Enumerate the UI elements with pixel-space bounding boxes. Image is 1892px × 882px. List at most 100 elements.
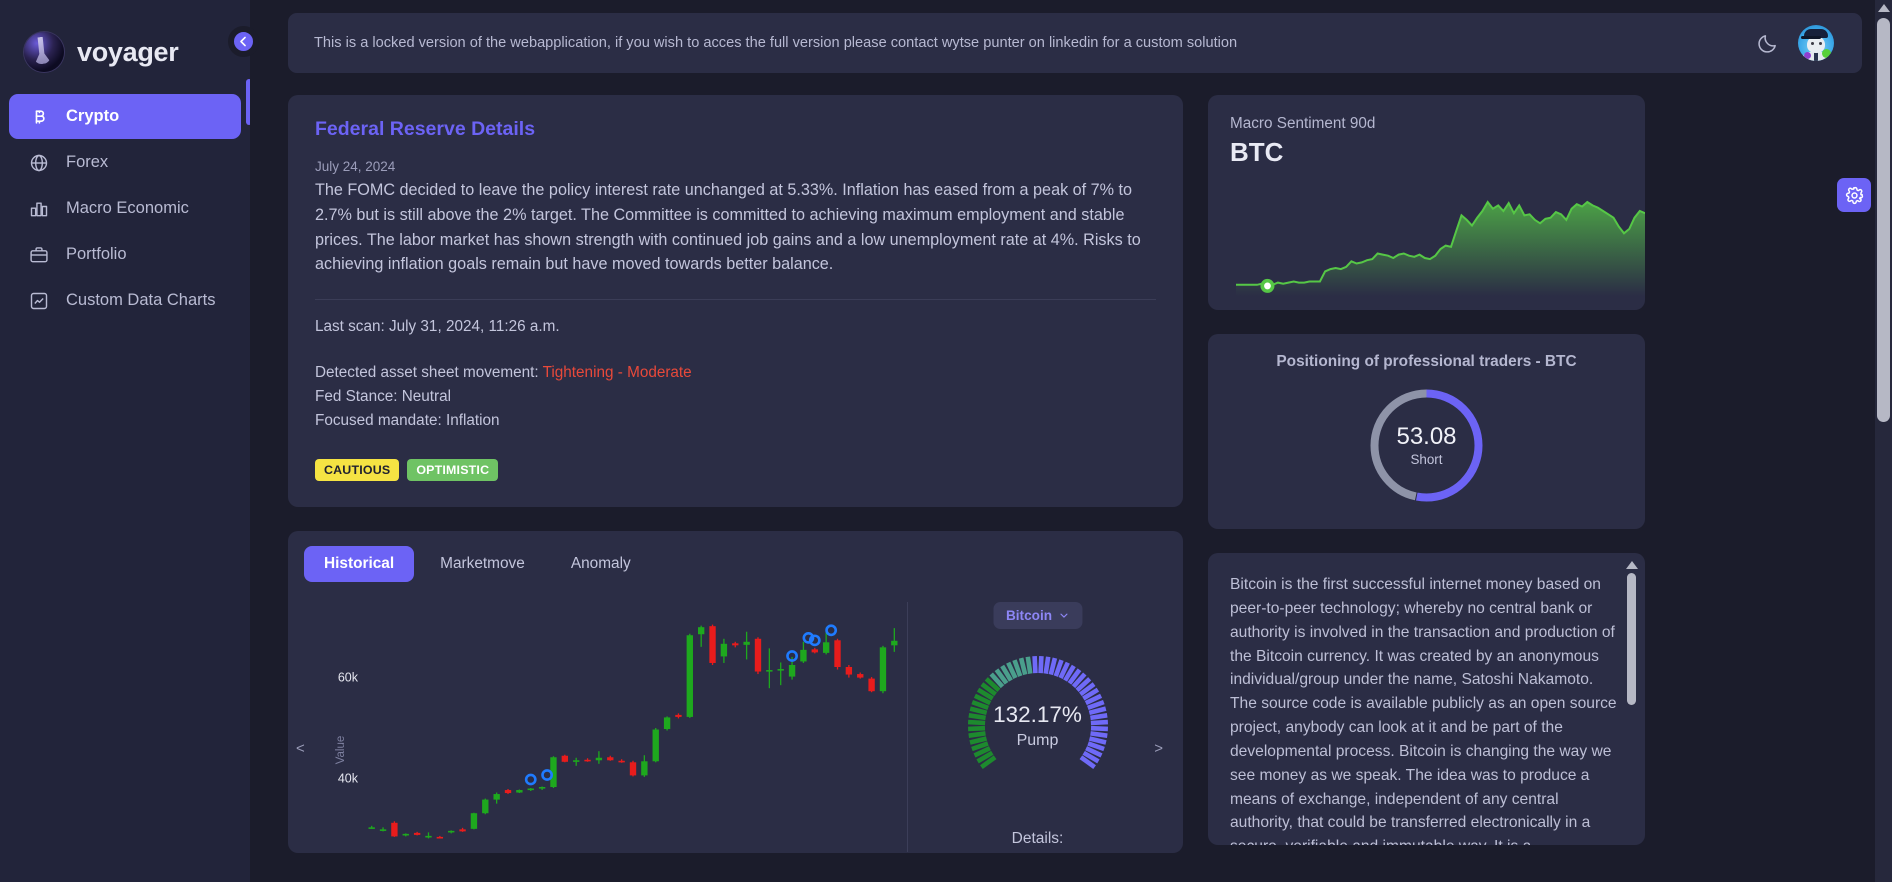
pump-percent-value: 132.17% xyxy=(993,701,1082,727)
sidebar-item-custom-data-charts[interactable]: Custom Data Charts xyxy=(9,278,241,323)
info-scrollbar[interactable] xyxy=(1626,561,1638,837)
sidebar-item-forex[interactable]: Forex xyxy=(9,140,241,185)
candle-body xyxy=(766,669,773,672)
candle-body xyxy=(845,666,853,675)
candle-body xyxy=(629,761,637,775)
brand: voyager xyxy=(0,14,250,80)
user-avatar[interactable] xyxy=(1798,25,1834,61)
scroll-up-arrow-icon[interactable] xyxy=(1626,561,1638,569)
right-column: Macro Sentiment 90d BTC Positioning of p… xyxy=(1208,95,1645,853)
signal-marker xyxy=(524,773,537,786)
traders-value: 53.08 xyxy=(1396,423,1457,451)
sidebar-item-portfolio[interactable]: Portfolio xyxy=(9,232,241,277)
page-scroll-up-arrow-icon[interactable] xyxy=(1877,4,1890,12)
historical-chart-card: Historical Marketmove Anomaly < 40k 60k Va… xyxy=(288,530,1183,853)
candle-body xyxy=(663,717,671,729)
candle-body xyxy=(777,668,784,671)
bar-chart-icon xyxy=(28,198,49,219)
candle-body xyxy=(879,646,887,691)
chevron-left-icon xyxy=(240,36,246,47)
macro-sentiment-label: Macro Sentiment 90d xyxy=(1230,115,1376,132)
candle-body xyxy=(857,673,864,678)
voyager-moon-logo-icon xyxy=(24,32,64,72)
candle-body xyxy=(697,626,705,634)
main-content: This is a locked version of the webappli… xyxy=(250,0,1892,882)
status-badge-cautious: CAUTIOUS xyxy=(315,458,400,481)
candle-body xyxy=(402,833,409,836)
y-axis-tick: 40k xyxy=(338,771,359,785)
macro-sentiment-symbol: BTC xyxy=(1230,137,1284,167)
candle-body xyxy=(425,835,432,838)
moon-icon xyxy=(1757,34,1776,53)
candle-body xyxy=(493,793,500,800)
sidebar-item-crypto[interactable]: Crypto xyxy=(9,94,241,139)
settings-button[interactable] xyxy=(1837,178,1871,212)
theme-toggle-button[interactable] xyxy=(1752,28,1782,58)
macro-sparkline xyxy=(1208,182,1645,310)
pump-gauge-panel: Bitcoin 132.17% Pump Details: > xyxy=(908,601,1167,852)
candle-body xyxy=(538,786,546,789)
page-scrollbar-thumb[interactable] xyxy=(1877,18,1890,422)
sidebar-collapse-button[interactable] xyxy=(228,26,259,57)
page-scrollbar[interactable] xyxy=(1875,0,1892,882)
candle-body xyxy=(686,634,693,717)
candle-body xyxy=(607,756,614,760)
candle-body xyxy=(788,664,796,677)
bitcoin-description: Bitcoin is the first successful internet… xyxy=(1230,576,1617,845)
chevron-down-icon xyxy=(1059,613,1068,618)
macro-sparkline-svg xyxy=(1236,200,1645,296)
candlestick-chart[interactable]: < 40k 60k Value xyxy=(296,602,904,852)
sidebar-item-label: Forex xyxy=(66,153,109,171)
brand-name: voyager xyxy=(77,36,179,67)
chart-next-button[interactable]: > xyxy=(1154,740,1163,757)
sidebar-item-label: Portfolio xyxy=(66,245,127,263)
sidebar-item-label: Custom Data Charts xyxy=(66,291,216,309)
left-column: Federal Reserve Details July 24, 2024 Th… xyxy=(288,95,1183,853)
chart-tabs: Historical Marketmove Anomaly xyxy=(304,545,1167,582)
asset-selector-label: Bitcoin xyxy=(1005,607,1053,623)
candle-body xyxy=(675,714,682,717)
sidebar: voyager Crypto Forex Macro Economic Port… xyxy=(0,0,259,882)
candle-body xyxy=(391,822,398,836)
sidebar-item-macro-economic[interactable]: Macro Economic xyxy=(9,186,241,231)
asset-sheet-movement-value: Tightening - Moderate xyxy=(542,364,692,382)
federal-reserve-details-card: Federal Reserve Details July 24, 2024 Th… xyxy=(288,95,1183,507)
fed-date: July 24, 2024 xyxy=(315,159,396,174)
details-label: Details: xyxy=(1011,829,1064,847)
sidebar-nav: Crypto Forex Macro Economic Portfolio Cu… xyxy=(0,94,250,323)
traders-side: Short xyxy=(1410,451,1443,467)
candlestick-chart-svg: 40k 60k Value xyxy=(335,623,898,839)
sparkline-marker-inner xyxy=(1264,282,1271,290)
scrollbar-thumb[interactable] xyxy=(1627,573,1636,705)
candle-body xyxy=(800,649,807,662)
page-title: Federal Reserve Details xyxy=(315,118,536,140)
candle-body xyxy=(709,625,716,663)
last-scan-text: Last scan: July 31, 2024, 11:26 a.m. xyxy=(315,318,560,336)
candle-body xyxy=(504,789,512,793)
tab-historical[interactable]: Historical xyxy=(304,545,415,582)
traders-positioning-title: Positioning of professional traders - BT… xyxy=(1276,353,1577,370)
chart-square-icon xyxy=(28,290,49,311)
chart-prev-button[interactable]: < xyxy=(296,740,305,757)
candle-body xyxy=(436,836,444,839)
candle-body xyxy=(641,760,648,775)
candle-body xyxy=(379,828,387,831)
traders-positioning-card: Positioning of professional traders - BT… xyxy=(1208,334,1645,529)
candle-body xyxy=(834,639,841,667)
sidebar-item-label: Crypto xyxy=(66,107,120,125)
candle-body xyxy=(822,641,830,653)
tab-anomaly[interactable]: Anomaly xyxy=(551,546,651,582)
pump-gauge: 132.17% Pump xyxy=(958,646,1118,806)
candle-body xyxy=(595,757,603,760)
gear-icon xyxy=(1845,186,1863,204)
candle-body xyxy=(482,799,489,813)
chart-row: < 40k 60k Value Bitcoin 132.17% Pump Det… xyxy=(296,601,1167,852)
asset-selector-dropdown[interactable]: Bitcoin xyxy=(992,601,1083,629)
candle-body xyxy=(868,678,875,691)
tab-marketmove[interactable]: Marketmove xyxy=(420,546,545,582)
focused-mandate-text: Focused mandate: Inflation xyxy=(315,412,500,430)
sidebar-item-label: Macro Economic xyxy=(66,199,189,217)
candle-body xyxy=(573,759,580,762)
candle-body xyxy=(527,788,534,790)
app-root: voyager Crypto Forex Macro Economic Port… xyxy=(0,0,1892,882)
